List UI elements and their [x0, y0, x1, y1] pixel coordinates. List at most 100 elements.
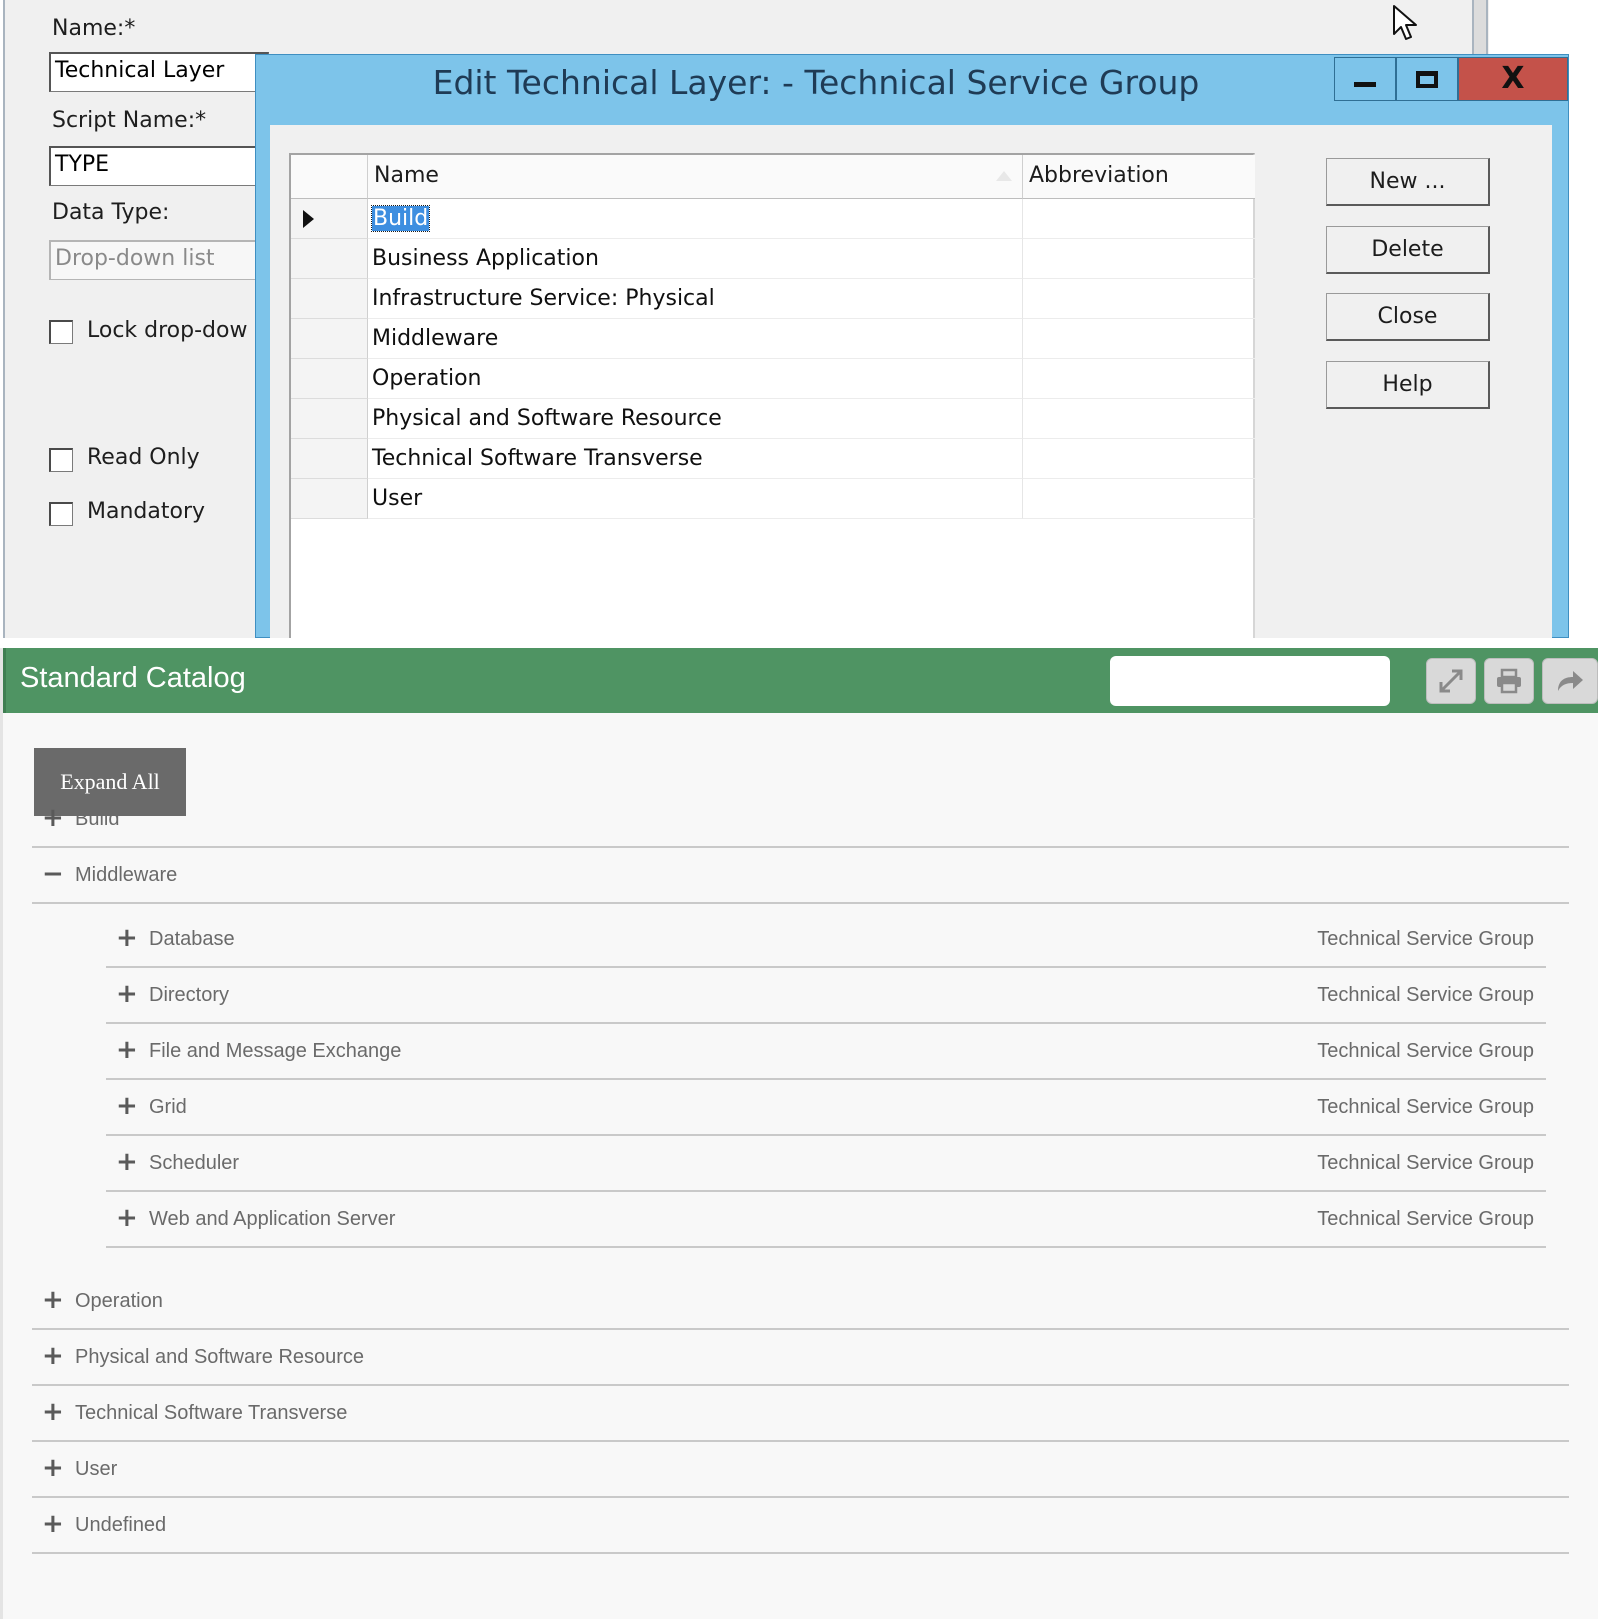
column-header-name-label: Name [374, 163, 439, 188]
print-button[interactable] [1484, 658, 1534, 704]
data-type-field: Drop-down list [49, 240, 269, 280]
tree-item-label: Middleware [75, 864, 178, 886]
cell-name[interactable]: Technical Software Transverse [368, 439, 1023, 479]
mandatory-checkbox[interactable] [49, 502, 73, 526]
sort-ascending-icon [996, 171, 1012, 181]
tree-item-grid[interactable]: + Grid Technical Service Group [106, 1080, 1546, 1136]
expand-arrows-icon [1439, 669, 1463, 693]
cell-abbreviation[interactable] [1023, 199, 1255, 239]
tree-item-web-and-application-server[interactable]: + Web and Application Server Technical S… [106, 1192, 1546, 1248]
read-only-label: Read Only [87, 445, 200, 470]
expand-plus-icon[interactable]: + [42, 805, 64, 831]
tree-item-physical-and-software-resource[interactable]: + Physical and Software Resource [32, 1330, 1569, 1386]
dialog-title: Edit Technical Layer: - Technical Servic… [432, 63, 1200, 102]
cell-name[interactable]: Build [368, 199, 1023, 239]
cell-name[interactable]: Middleware [368, 319, 1023, 359]
row-selector[interactable] [291, 279, 368, 319]
tree-item-build[interactable]: + Build [32, 792, 1569, 848]
cell-abbreviation[interactable] [1023, 479, 1255, 519]
expand-plus-icon[interactable]: + [116, 1149, 138, 1175]
share-arrow-icon [1558, 671, 1583, 691]
cell-abbreviation[interactable] [1023, 399, 1255, 439]
expand-plus-icon[interactable]: + [116, 1093, 138, 1119]
tree-item-middleware[interactable]: − Middleware [32, 848, 1569, 904]
expand-plus-icon[interactable]: + [116, 981, 138, 1007]
row-selector[interactable] [291, 439, 368, 479]
expand-plus-icon[interactable]: + [116, 1037, 138, 1063]
tree-item-database[interactable]: + Database Technical Service Group [106, 912, 1546, 968]
table-row[interactable]: Physical and Software Resource [291, 399, 1255, 439]
close-icon: X [1501, 61, 1525, 96]
expand-plus-icon[interactable]: + [42, 1455, 64, 1481]
expand-plus-icon[interactable]: + [42, 1287, 64, 1313]
background-window-edge [1472, 0, 1488, 56]
share-button[interactable] [1542, 658, 1598, 704]
cell-abbreviation[interactable] [1023, 319, 1255, 359]
read-only-checkbox[interactable] [49, 448, 73, 472]
row-selector[interactable] [291, 399, 368, 439]
table-row[interactable]: Infrastructure Service: Physical [291, 279, 1255, 319]
catalog-title: Standard Catalog [20, 662, 246, 694]
standard-catalog-panel: Standard Catalog Expand All + Build − Mi… [0, 648, 1598, 1619]
delete-button[interactable]: Delete [1326, 226, 1490, 274]
tree-item-label: Web and Application Server [149, 1208, 396, 1230]
tree-item-scheduler[interactable]: + Scheduler Technical Service Group [106, 1136, 1546, 1192]
expand-plus-icon[interactable]: + [116, 925, 138, 951]
name-field[interactable]: Technical Layer [49, 52, 269, 92]
close-window-button[interactable]: X [1458, 57, 1568, 101]
tree-item-label: Build [75, 808, 120, 830]
tree-item-type: Technical Service Group [1317, 1040, 1534, 1062]
cell-abbreviation[interactable] [1023, 279, 1255, 319]
column-header-name[interactable]: Name [368, 155, 1023, 199]
table-row[interactable]: User [291, 479, 1255, 519]
close-button[interactable]: Close [1326, 293, 1490, 341]
new-button[interactable]: New ... [1326, 158, 1490, 206]
tree-item-type: Technical Service Group [1317, 1152, 1534, 1174]
fullscreen-button[interactable] [1426, 658, 1476, 704]
cell-name-text: Build [370, 205, 431, 232]
search-input[interactable] [1110, 656, 1390, 706]
tree-item-user[interactable]: + User [32, 1442, 1569, 1498]
cell-abbreviation[interactable] [1023, 439, 1255, 479]
name-label: Name:* [52, 16, 136, 41]
tree-item-undefined[interactable]: + Undefined [32, 1498, 1569, 1554]
cell-name[interactable]: Business Application [368, 239, 1023, 279]
maximize-button[interactable] [1396, 57, 1458, 101]
expand-plus-icon[interactable]: + [116, 1205, 138, 1231]
table-row[interactable]: Middleware [291, 319, 1255, 359]
values-grid[interactable]: Name Abbreviation Build Business Applica… [289, 153, 1255, 638]
tree-item-label: File and Message Exchange [149, 1040, 402, 1062]
expand-plus-icon[interactable]: + [42, 1343, 64, 1369]
expand-plus-icon[interactable]: + [42, 1399, 64, 1425]
row-selector-header [291, 155, 368, 199]
tree-item-technical-software-transverse[interactable]: + Technical Software Transverse [32, 1386, 1569, 1442]
cell-name[interactable]: User [368, 479, 1023, 519]
tree-item-operation[interactable]: + Operation [32, 1274, 1569, 1330]
collapse-minus-icon[interactable]: − [42, 861, 64, 887]
row-selector[interactable] [291, 479, 368, 519]
cell-name[interactable]: Operation [368, 359, 1023, 399]
table-row[interactable]: Technical Software Transverse [291, 439, 1255, 479]
column-header-abbreviation[interactable]: Abbreviation [1023, 155, 1255, 199]
script-name-field[interactable]: TYPE [49, 146, 269, 186]
tree-item-type: Technical Service Group [1317, 1096, 1534, 1118]
table-row[interactable]: Build [291, 199, 1255, 239]
row-selector[interactable] [291, 319, 368, 359]
data-type-label: Data Type: [52, 200, 170, 225]
table-row[interactable]: Operation [291, 359, 1255, 399]
table-row[interactable]: Business Application [291, 239, 1255, 279]
help-button[interactable]: Help [1326, 361, 1490, 409]
expand-plus-icon[interactable]: + [42, 1511, 64, 1537]
tree-item-directory[interactable]: + Directory Technical Service Group [106, 968, 1546, 1024]
cell-abbreviation[interactable] [1023, 239, 1255, 279]
row-selector[interactable] [291, 359, 368, 399]
tree-item-file-and-message-exchange[interactable]: + File and Message Exchange Technical Se… [106, 1024, 1546, 1080]
lock-dropdown-checkbox[interactable] [49, 320, 73, 344]
row-selector[interactable] [291, 239, 368, 279]
cell-name[interactable]: Infrastructure Service: Physical [368, 279, 1023, 319]
minimize-button[interactable] [1334, 57, 1396, 101]
script-name-label: Script Name:* [52, 108, 207, 133]
cell-abbreviation[interactable] [1023, 359, 1255, 399]
cell-name[interactable]: Physical and Software Resource [368, 399, 1023, 439]
row-selector[interactable] [291, 199, 368, 239]
